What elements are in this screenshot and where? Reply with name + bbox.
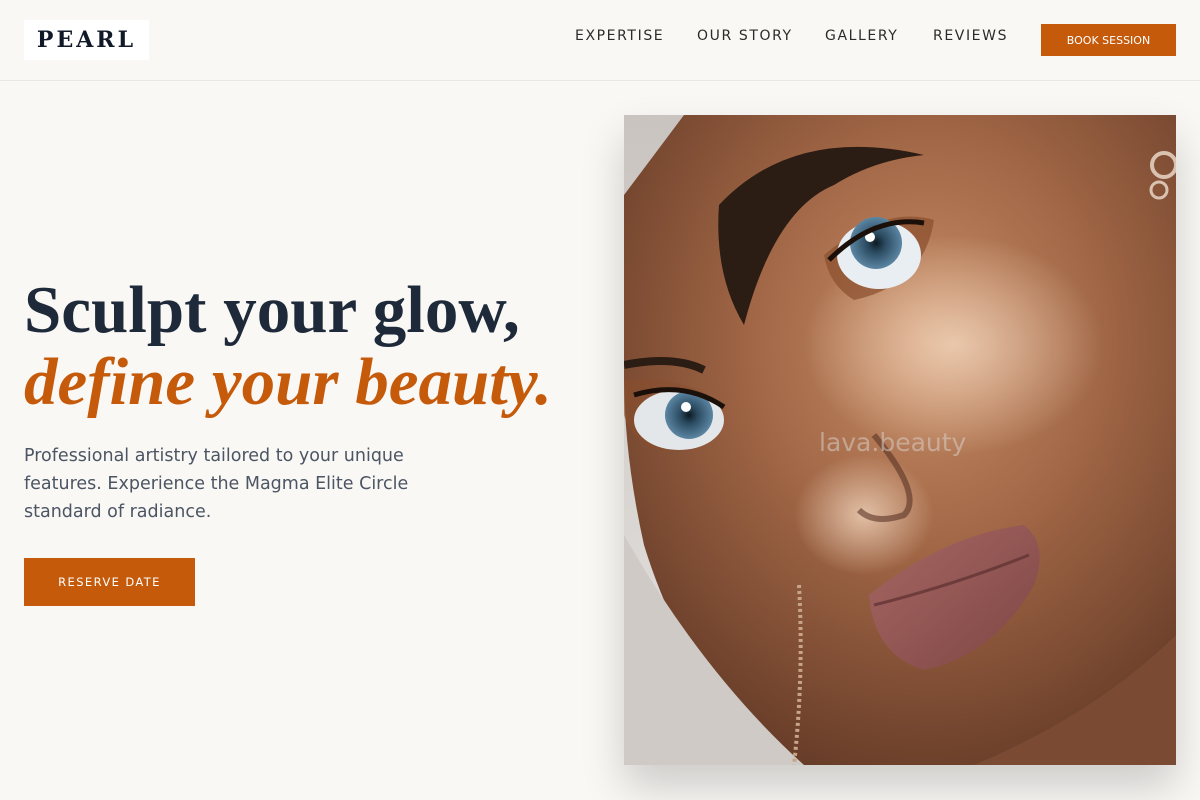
hero-headline-line2: define your beauty. (24, 345, 552, 419)
book-session-button[interactable]: BOOK SESSION (1041, 24, 1176, 56)
nav-link-our-story[interactable]: OUR STORY (697, 28, 793, 44)
site-header: PEARL EXPERTISE OUR STORY GALLERY REVIEW… (0, 0, 1200, 81)
nav-link-reviews[interactable]: REVIEWS (933, 28, 1008, 44)
nav-link-gallery[interactable]: GALLERY (825, 28, 898, 44)
reserve-date-button[interactable]: RESERVE DATE (24, 558, 195, 606)
brand-logo[interactable]: PEARL (24, 20, 149, 60)
hero-headline-line1: Sculpt your glow, (24, 273, 520, 347)
hero-subcopy: Professional artistry tailored to your u… (24, 446, 409, 522)
nav-link-expertise[interactable]: EXPERTISE (575, 28, 664, 44)
image-watermark: lava.beauty (819, 428, 967, 457)
